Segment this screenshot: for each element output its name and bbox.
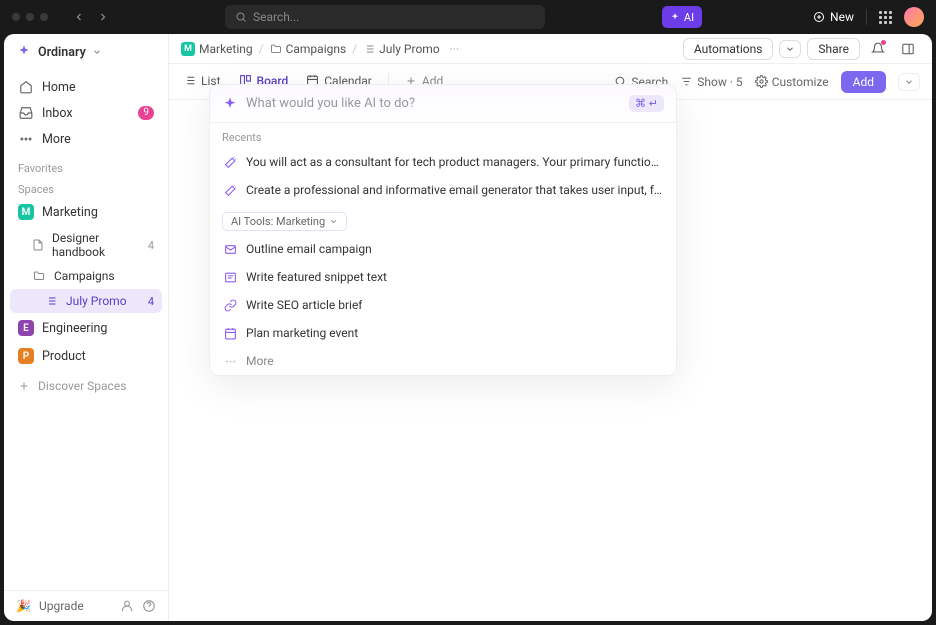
snippet-icon xyxy=(222,269,238,285)
new-button[interactable]: New xyxy=(813,10,854,24)
upgrade-button[interactable]: Upgrade xyxy=(39,599,84,613)
workspace-switcher[interactable]: Ordinary xyxy=(4,34,168,70)
content-area: M Marketing / Campaigns / July Promo ···… xyxy=(169,34,932,621)
nav-back[interactable] xyxy=(68,6,90,28)
show-action[interactable]: Show · 5 xyxy=(680,75,742,89)
chevron-down-icon xyxy=(785,44,795,54)
invite-icon[interactable] xyxy=(120,599,134,613)
list-july-promo[interactable]: July Promo 4 xyxy=(10,289,162,313)
filter-icon xyxy=(680,75,693,88)
add-caret[interactable] xyxy=(898,73,920,91)
divider xyxy=(866,9,867,25)
help-icon[interactable] xyxy=(142,599,156,613)
calendar-icon xyxy=(222,325,238,341)
crumb-more[interactable]: ··· xyxy=(450,42,459,56)
folder-icon xyxy=(270,43,282,55)
notification-icon[interactable] xyxy=(866,37,890,61)
global-search[interactable]: Search... xyxy=(225,5,545,29)
sidebar-home[interactable]: Home xyxy=(10,74,162,100)
titlebar: Search... AI New xyxy=(0,0,936,34)
gear-icon xyxy=(755,75,768,88)
tool-plan-event[interactable]: Plan marketing event xyxy=(210,319,676,347)
list-icon xyxy=(183,74,196,87)
ai-panel: What would you like AI to do? ⌘ ↵ Recent… xyxy=(209,84,677,376)
sidebar: Ordinary Home Inbox 9 More Favorites xyxy=(4,34,169,621)
automations-button[interactable]: Automations xyxy=(683,38,774,60)
folder-icon xyxy=(32,269,46,283)
space-product[interactable]: P Product xyxy=(10,343,162,369)
ai-tools-chip[interactable]: AI Tools: Marketing xyxy=(222,212,347,231)
automations-caret[interactable] xyxy=(779,40,801,58)
tool-seo-brief[interactable]: Write SEO article brief xyxy=(210,291,676,319)
folder-designer-handbook[interactable]: Designer handbook 4 xyxy=(10,227,162,263)
crumb-space[interactable]: M Marketing xyxy=(181,42,253,56)
ai-button[interactable]: AI xyxy=(662,6,702,28)
crumb-folder[interactable]: Campaigns xyxy=(270,42,347,56)
space-badge: P xyxy=(18,348,34,364)
doc-icon xyxy=(32,238,44,252)
window-controls xyxy=(12,13,48,21)
upgrade-icon: 🎉 xyxy=(16,599,31,613)
workspace-icon xyxy=(16,44,32,60)
folder-campaigns[interactable]: Campaigns xyxy=(10,265,162,287)
mail-icon xyxy=(222,241,238,257)
search-icon xyxy=(235,11,247,23)
discover-spaces[interactable]: Discover Spaces xyxy=(10,374,162,398)
space-badge: M xyxy=(18,204,34,220)
search-placeholder: Search... xyxy=(253,10,299,24)
dots-icon xyxy=(222,353,238,369)
space-badge: E xyxy=(18,320,34,336)
tool-outline-email[interactable]: Outline email campaign xyxy=(210,235,676,263)
sparkle-icon xyxy=(222,96,238,112)
apps-icon[interactable] xyxy=(879,11,892,24)
sidebar-inbox[interactable]: Inbox 9 xyxy=(10,100,162,126)
nav-forward[interactable] xyxy=(92,6,114,28)
recents-label: Recents xyxy=(210,123,676,148)
ai-placeholder: What would you like AI to do? xyxy=(246,96,621,111)
recent-item-1[interactable]: Create a professional and informative em… xyxy=(210,176,676,204)
chevron-down-icon xyxy=(329,217,338,226)
inbox-badge: 9 xyxy=(138,106,154,120)
sidebar-footer: 🎉 Upgrade xyxy=(4,590,168,621)
home-icon xyxy=(18,79,34,95)
chevron-down-icon xyxy=(904,77,914,87)
more-icon xyxy=(18,131,34,147)
share-button[interactable]: Share xyxy=(807,38,860,60)
breadcrumb-bar: M Marketing / Campaigns / July Promo ···… xyxy=(169,34,932,64)
wand-icon xyxy=(222,182,238,198)
sidebar-more[interactable]: More xyxy=(10,126,162,152)
maximize-window[interactable] xyxy=(40,13,48,21)
recent-item-0[interactable]: You will act as a consultant for tech pr… xyxy=(210,148,676,176)
customize-action[interactable]: Customize xyxy=(755,75,829,89)
wand-icon xyxy=(222,154,238,170)
add-button[interactable]: Add xyxy=(841,71,886,93)
plus-icon xyxy=(18,380,30,392)
link-icon xyxy=(222,297,238,313)
crumb-list[interactable]: July Promo xyxy=(363,42,440,56)
inbox-icon xyxy=(18,105,34,121)
sparkle-icon xyxy=(670,12,680,22)
panel-icon[interactable] xyxy=(896,37,920,61)
close-window[interactable] xyxy=(12,13,20,21)
space-engineering[interactable]: E Engineering xyxy=(10,315,162,341)
space-marketing[interactable]: M Marketing xyxy=(10,199,162,225)
list-icon xyxy=(44,294,58,308)
minimize-window[interactable] xyxy=(26,13,34,21)
plus-circle-icon xyxy=(813,11,825,23)
tool-more[interactable]: More xyxy=(210,347,676,375)
chevron-down-icon xyxy=(92,47,102,57)
ai-input-row[interactable]: What would you like AI to do? ⌘ ↵ xyxy=(210,85,676,123)
user-avatar[interactable] xyxy=(904,7,924,27)
list-icon xyxy=(363,43,375,55)
kbd-shortcut: ⌘ ↵ xyxy=(629,95,664,112)
tool-snippet[interactable]: Write featured snippet text xyxy=(210,263,676,291)
favorites-section[interactable]: Favorites xyxy=(4,156,168,177)
spaces-section[interactable]: Spaces xyxy=(4,177,168,198)
